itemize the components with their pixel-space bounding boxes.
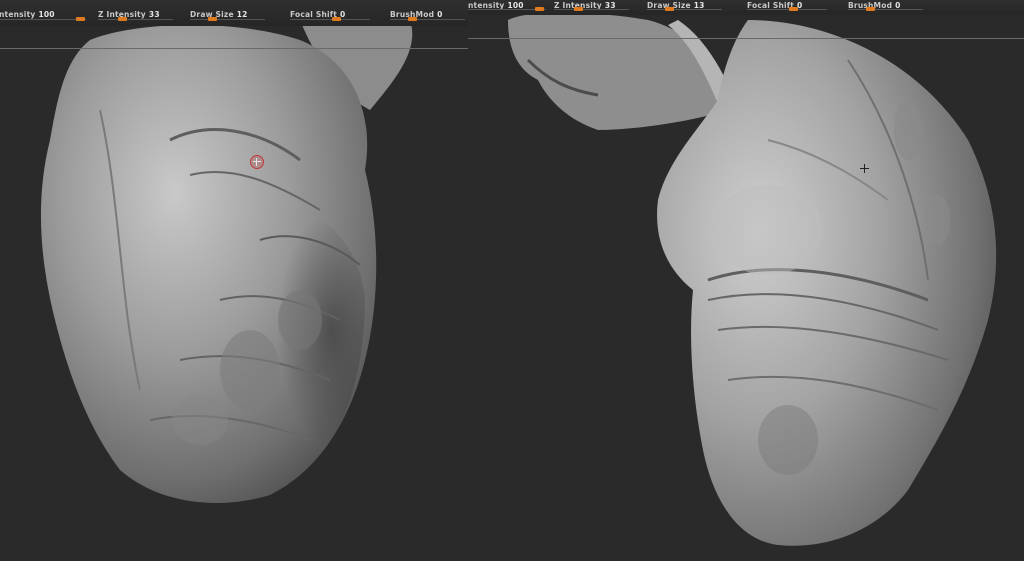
slider-label: Focal Shift [290,10,338,19]
slider-track [554,9,629,10]
intensity-slider[interactable]: ntensity 100 [468,0,546,14]
slider-value: 100 [38,10,55,19]
brushmod-slider[interactable]: BrushMod 0 [390,0,465,24]
slider-track [747,9,827,10]
slider-knob[interactable] [118,17,127,21]
viewport-divider [0,48,468,49]
z-intensity-slider[interactable]: Z Intensity 33 [98,0,173,24]
slider-track [190,19,265,20]
slider-track [647,9,722,10]
slider-track [0,19,86,20]
focal-shift-slider[interactable]: Focal Shift 0 [747,0,827,14]
brush-toolbar-right: ntensity 100 Z Intensity 33 Draw Size 13 Fo… [468,0,1024,15]
slider-track [390,19,465,20]
focal-shift-slider[interactable]: Focal Shift 0 [290,0,370,24]
brush-cursor-icon [250,155,264,169]
z-intensity-slider[interactable]: Z Intensity 33 [554,0,629,14]
slider-knob[interactable] [208,17,217,21]
intensity-slider[interactable]: Intensity100 [0,0,86,24]
slider-knob[interactable] [665,7,674,11]
slider-knob[interactable] [332,17,341,21]
slider-value: 0 [437,10,443,19]
slider-track [848,9,923,10]
brushmod-slider[interactable]: BrushMod 0 [848,0,923,14]
slider-knob[interactable] [535,7,544,11]
slider-knob[interactable] [574,7,583,11]
brush-toolbar-left: Intensity100 Z Intensity33 Draw Size12 F… [0,0,468,26]
sculpt-model-left[interactable] [0,0,468,561]
slider-value: 33 [148,10,160,19]
slider-knob[interactable] [789,7,798,11]
slider-track [98,19,173,20]
crosshair-icon [860,164,869,173]
slider-knob[interactable] [408,17,417,21]
draw-size-slider[interactable]: Draw Size 13 [647,0,722,14]
slider-value: 12 [236,10,248,19]
sculpt-model-right[interactable] [468,0,1024,561]
slider-knob[interactable] [866,7,875,11]
slider-knob[interactable] [76,17,85,21]
slider-label: Intensity [0,10,36,19]
viewport-divider [468,38,1024,39]
slider-track [290,19,370,20]
viewport-left[interactable]: Intensity100 Z Intensity33 Draw Size12 F… [0,0,468,561]
viewport-right[interactable]: ntensity 100 Z Intensity 33 Draw Size 13 Fo… [468,0,1024,561]
draw-size-slider[interactable]: Draw Size 12 [190,0,265,24]
